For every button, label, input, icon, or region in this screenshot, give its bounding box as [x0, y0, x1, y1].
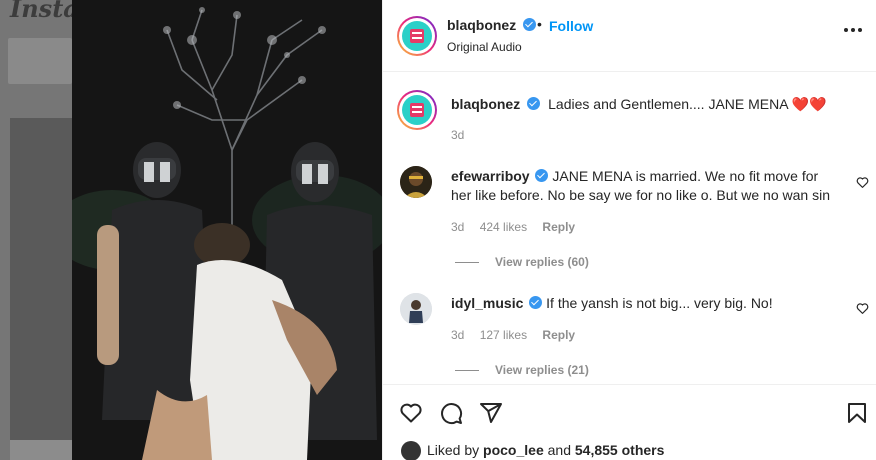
background-search-bar [8, 38, 72, 84]
comment-heart-icon[interactable] [856, 302, 869, 315]
author-name-wrap: blaqbonez [447, 17, 536, 35]
view-replies-button[interactable]: View replies (60) [455, 255, 589, 269]
likes-count[interactable]: 54,855 others [575, 442, 665, 458]
post-header: blaqbonez • Follow Original Audio [383, 0, 876, 72]
comment-icon[interactable] [439, 401, 463, 425]
view-replies-label: View replies (60) [495, 255, 589, 269]
replies-line [455, 370, 479, 372]
background-thumbnail [10, 118, 72, 440]
caption-time: 3d [451, 128, 465, 142]
caption-username[interactable]: blaqbonez [451, 96, 520, 112]
author-username[interactable]: blaqbonez [447, 17, 516, 33]
caption-text: Ladies and Gentlemen.... JANE MENA ❤️❤️ [548, 96, 827, 112]
view-replies-button[interactable]: View replies (21) [455, 363, 589, 377]
comment-meta: 3d 127 likes Reply [451, 328, 587, 342]
comment-meta: 3d 424 likes Reply [451, 220, 587, 234]
comment: efewarriboy JANE MENA is married. We no … [451, 167, 841, 205]
verified-badge-icon [535, 169, 549, 182]
bookmark-icon[interactable] [845, 401, 869, 425]
comment-text: If the yansh is not big... very big. No! [546, 295, 773, 311]
comment-likes[interactable]: 424 likes [480, 220, 527, 234]
liked-by-prefix: Liked by [427, 442, 480, 458]
replies-line [455, 262, 479, 264]
verified-badge-icon [529, 296, 543, 309]
post-actions-bar: Liked by poco_lee and 54,855 others [383, 384, 876, 460]
avatar-photo [400, 293, 432, 325]
verified-badge-icon [526, 97, 540, 110]
liker-avatar[interactable] [401, 441, 421, 460]
audio-link[interactable]: Original Audio [447, 40, 522, 54]
post-video[interactable] [72, 0, 382, 460]
comment-time: 3d [451, 328, 465, 342]
verified-badge-icon [522, 18, 536, 31]
caption: blaqbonez Ladies and Gentlemen.... JANE … [451, 96, 827, 114]
author-avatar[interactable] [397, 16, 437, 56]
comment-avatar[interactable] [400, 166, 432, 198]
liked-by-conj: and [547, 442, 571, 458]
comment-heart-icon[interactable] [856, 176, 869, 189]
view-replies-label: View replies (21) [495, 363, 589, 377]
share-icon[interactable] [479, 401, 503, 425]
background-thumbnail [10, 440, 72, 460]
avatar-photo [400, 166, 432, 198]
video-frame-image [72, 0, 382, 460]
caption-avatar[interactable] [397, 90, 437, 130]
liker-username[interactable]: poco_lee [483, 442, 544, 458]
follow-button[interactable]: Follow [549, 18, 593, 34]
comment: idyl_music If the yansh is not big... ve… [451, 294, 841, 313]
separator-dot: • [537, 16, 542, 32]
post-details-panel: blaqbonez • Follow Original Audio blaqbo… [382, 0, 876, 460]
comment-avatar[interactable] [400, 293, 432, 325]
likes-summary: Liked by poco_lee and 54,855 others [401, 441, 664, 460]
more-icon[interactable] [844, 28, 864, 34]
reply-button[interactable]: Reply [542, 328, 575, 342]
comment-username[interactable]: efewarriboy [451, 168, 530, 184]
reply-button[interactable]: Reply [542, 220, 575, 234]
comment-username[interactable]: idyl_music [451, 295, 523, 311]
comment-time: 3d [451, 220, 465, 234]
heart-icon[interactable] [399, 401, 423, 425]
comment-likes[interactable]: 127 likes [480, 328, 527, 342]
